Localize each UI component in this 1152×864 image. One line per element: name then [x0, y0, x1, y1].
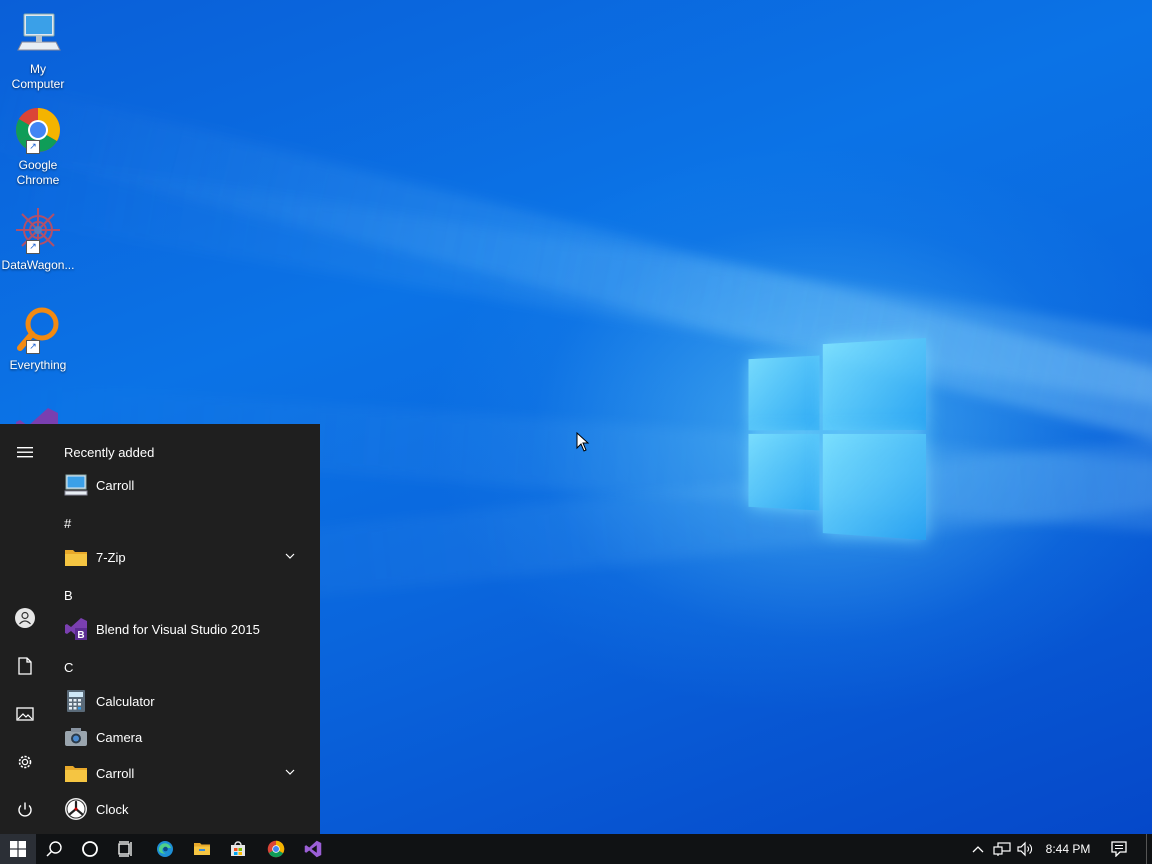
shortcut-arrow-icon: ↗: [26, 340, 40, 354]
start-menu-rail: [0, 424, 50, 834]
document-icon: [18, 657, 32, 675]
network-icon: [993, 842, 1011, 856]
desktop-icon-label: Computer: [11, 77, 65, 91]
section-header-c[interactable]: C: [64, 660, 73, 675]
app-label: Calculator: [96, 693, 155, 709]
show-desktop-button[interactable]: [1146, 834, 1147, 864]
expand-menu-button[interactable]: [0, 430, 50, 474]
taskbar-file-explorer-button[interactable]: [184, 834, 220, 864]
start-app-list[interactable]: Recently added Carroll # 7-Zip B B Blend…: [50, 424, 320, 834]
start-menu: Recently added Carroll # 7-Zip B B Blend…: [0, 424, 320, 834]
shortcut-arrow-icon: ↗: [26, 240, 40, 254]
monitor-icon: [14, 10, 62, 58]
app-label: 7-Zip: [96, 549, 126, 565]
taskbar: 8:44 PM: [0, 834, 1152, 864]
monitor-icon: [64, 473, 88, 497]
documents-button[interactable]: [0, 644, 50, 688]
cortana-button[interactable]: [72, 834, 108, 864]
blend-icon: B: [64, 617, 88, 641]
task-view-button[interactable]: [108, 834, 144, 864]
desktop-icon-label: Chrome: [16, 173, 60, 187]
network-button[interactable]: [990, 834, 1014, 864]
file-explorer-icon: [194, 843, 210, 855]
search-button[interactable]: [36, 834, 72, 864]
section-header-hash[interactable]: #: [64, 516, 71, 531]
app-label: Carroll: [96, 765, 135, 781]
desktop-icon-label: My: [30, 62, 46, 76]
power-button[interactable]: [0, 788, 50, 832]
start-button[interactable]: [0, 834, 36, 864]
volume-button[interactable]: [1014, 834, 1036, 864]
clock-icon: [64, 797, 88, 821]
windows-logo-icon: [10, 841, 26, 857]
chevron-down-icon: [285, 769, 295, 775]
task-view-icon: [118, 841, 132, 857]
app-folder-carroll[interactable]: Carroll: [50, 756, 312, 790]
settings-button[interactable]: [0, 740, 50, 784]
folder-icon: [64, 761, 88, 785]
app-folder-7zip[interactable]: 7-Zip: [50, 540, 312, 574]
cortana-circle-icon: [82, 841, 98, 857]
desktop-icon-google-chrome[interactable]: ↗ Google Chrome: [0, 106, 76, 188]
gear-icon: [18, 755, 32, 769]
show-hidden-icons-button[interactable]: [968, 834, 988, 864]
shortcut-arrow-icon: ↗: [26, 140, 40, 154]
taskbar-visual-studio-button[interactable]: [295, 834, 331, 864]
app-item-camera[interactable]: Camera: [50, 720, 312, 754]
taskbar-store-button[interactable]: [220, 834, 256, 864]
desktop-icon-datawagon[interactable]: ↗ DataWagon...: [0, 206, 76, 273]
store-icon: [231, 841, 245, 856]
windows-logo-wallpaper: [748, 326, 926, 540]
action-center-button[interactable]: [1104, 834, 1134, 864]
section-header-b[interactable]: B: [64, 588, 73, 603]
user-avatar-icon: [15, 608, 35, 628]
hamburger-icon: [17, 447, 33, 458]
app-item-carroll-recent[interactable]: Carroll: [50, 468, 312, 502]
mouse-cursor-icon: [576, 432, 590, 452]
section-header-recently-added: Recently added: [64, 445, 155, 460]
speaker-icon: [1017, 841, 1032, 857]
calculator-icon: [64, 689, 88, 713]
desktop-icon-everything[interactable]: ↗ Everything: [0, 306, 76, 373]
visual-studio-icon: [304, 840, 322, 858]
app-item-calculator[interactable]: Calculator: [50, 684, 312, 718]
app-label: Clock: [96, 801, 129, 817]
magnifier-icon: ↗: [14, 306, 62, 354]
chrome-icon: [267, 840, 285, 858]
desktop-icon-label: Google: [18, 158, 58, 172]
taskbar-chrome-button[interactable]: [258, 834, 294, 864]
app-label: Carroll: [96, 477, 135, 493]
search-icon: [46, 841, 62, 857]
camera-icon: [64, 725, 88, 749]
user-account-button[interactable]: [0, 596, 50, 640]
taskbar-clock[interactable]: 8:44 PM: [1038, 834, 1098, 864]
edge-icon: [157, 841, 173, 857]
chevron-down-icon: [285, 553, 295, 559]
pictures-icon: [16, 707, 34, 721]
app-item-blend-visual-studio-2015[interactable]: B Blend for Visual Studio 2015: [50, 612, 312, 646]
chrome-icon: ↗: [14, 106, 62, 154]
app-item-clock[interactable]: Clock: [50, 792, 312, 826]
app-label: Camera: [96, 729, 143, 745]
power-icon: [18, 802, 32, 817]
desktop-icon-label: Everything: [9, 358, 67, 372]
taskbar-edge-button[interactable]: [147, 834, 183, 864]
folder-icon: [64, 545, 88, 569]
datawagon-icon: ↗: [14, 206, 62, 254]
desktop-icon-label: DataWagon...: [1, 258, 75, 272]
notifications-icon: [1111, 841, 1127, 857]
svg-text:B: B: [77, 630, 84, 641]
app-label: Blend for Visual Studio 2015: [96, 621, 260, 637]
desktop-icon-my-computer[interactable]: My Computer: [0, 10, 76, 92]
pictures-button[interactable]: [0, 692, 50, 736]
chevron-up-icon: [972, 846, 984, 853]
